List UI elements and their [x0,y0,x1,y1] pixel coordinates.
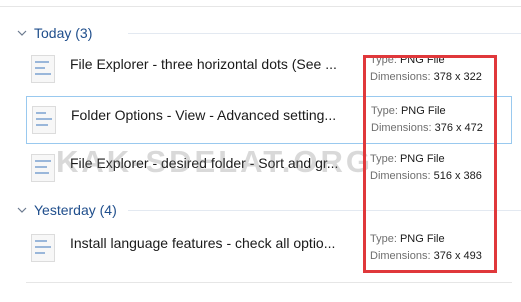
file-dimensions: Dimensions: 516 x 386 [370,170,482,182]
file-dimensions: Dimensions: 376 x 493 [370,250,482,262]
file-type: Type: PNG File [370,153,445,165]
image-thumbnail-icon [32,106,56,134]
list-item[interactable]: File Explorer - desired folder - Sort an… [26,145,496,193]
list-item[interactable]: File Explorer - three horizontal dots (S… [26,46,496,94]
image-thumbnail-icon [31,55,55,83]
file-name: File Explorer - three horizontal dots (S… [70,56,337,72]
top-divider [0,6,521,7]
file-name: Install language features - check all op… [70,235,336,251]
group-label: Today (3) [34,25,93,41]
file-name: Folder Options - View - Advanced setting… [71,107,337,123]
file-type: Type: PNG File [370,233,445,245]
group-divider [128,33,521,34]
bottom-divider [26,282,512,283]
group-header-today[interactable]: Today (3) [16,24,521,42]
chevron-down-icon[interactable] [16,27,28,39]
file-dimensions: Dimensions: 378 x 322 [370,71,482,83]
file-type: Type: PNG File [370,54,445,66]
chevron-down-icon[interactable] [16,204,28,216]
image-thumbnail-icon [31,234,55,262]
group-divider [128,210,521,211]
file-dimensions: Dimensions: 376 x 472 [371,122,483,134]
image-thumbnail-icon [31,154,55,182]
file-name: File Explorer - desired folder - Sort an… [70,155,339,171]
list-item[interactable]: Install language features - check all op… [26,225,496,273]
group-label: Yesterday (4) [34,202,117,218]
list-item-selected[interactable]: Folder Options - View - Advanced setting… [26,96,512,144]
group-header-yesterday[interactable]: Yesterday (4) [16,201,521,219]
file-type: Type: PNG File [371,105,446,117]
